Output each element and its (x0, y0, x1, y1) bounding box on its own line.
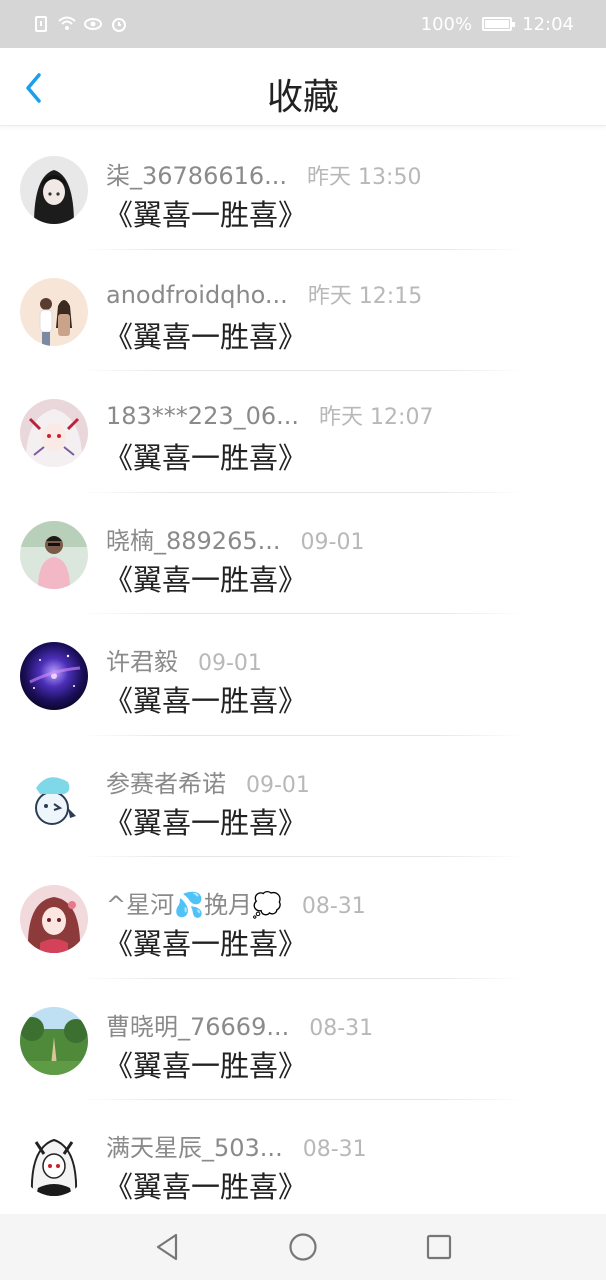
timestamp: 08-31 (302, 1137, 367, 1162)
square-recents-icon (426, 1234, 452, 1260)
collection-title: 《翼喜一胜喜》 (104, 927, 308, 961)
item-meta: ^星河💦挽月💭 08-31 (106, 885, 366, 920)
user-name: 满天星辰_503... (106, 1134, 283, 1162)
battery-icon (482, 17, 516, 31)
user-name: 曹晓明_76669... (106, 1012, 290, 1041)
list-item[interactable]: anodfroidqho... 昨天 12:15 《翼喜一胜喜》 (0, 250, 606, 371)
header: 收藏 (0, 48, 606, 126)
avatar[interactable] (20, 885, 88, 953)
avatar[interactable] (20, 763, 88, 832)
list-item[interactable]: 许君毅 09-01 《翼喜一胜喜》 (0, 614, 606, 736)
timestamp: 昨天 13:50 (307, 165, 422, 190)
nav-recents-button[interactable] (419, 1227, 459, 1267)
user-name: 183***223_06... (106, 402, 300, 430)
list-item[interactable]: 曹晓明_76669... 08-31 《翼喜一胜喜》 (0, 979, 606, 1100)
timestamp: 09-01 (300, 529, 365, 555)
list-item[interactable]: ^星河💦挽月💭 08-31 《翼喜一胜喜》 (0, 857, 606, 979)
item-meta: anodfroidqho... 昨天 12:15 (106, 278, 422, 310)
collection-title: 《翼喜一胜喜》 (104, 562, 308, 597)
list-item[interactable]: 柒_36786616... 昨天 13:50 《翼喜一胜喜》 (0, 128, 606, 250)
alarm-icon (112, 18, 126, 32)
timestamp: 昨天 12:07 (319, 405, 434, 430)
item-meta: 183***223_06... 昨天 12:07 (106, 399, 433, 431)
user-name: 许君毅 (106, 648, 178, 676)
timestamp: 09-01 (198, 651, 262, 676)
battery-percent: 100% (420, 13, 473, 35)
item-meta: 许君毅 09-01 (106, 642, 262, 677)
favorites-list: 柒_36786616... 昨天 13:50 《翼喜一胜喜》 anodfroidqho… (0, 128, 606, 1222)
user-name: ^星河💦挽月💭 (106, 891, 282, 919)
eye-icon (84, 18, 102, 30)
collection-title: 《翼喜一胜喜》 (104, 319, 308, 354)
timestamp: 09-01 (246, 772, 310, 798)
user-name: anodfroidqho... (106, 280, 288, 309)
navigation-bar (0, 1214, 606, 1280)
item-meta: 满天星辰_503... 08-31 (106, 1128, 367, 1163)
item-meta: 曹晓明_76669... 08-31 (106, 1007, 373, 1042)
timestamp: 08-31 (301, 894, 366, 919)
timestamp: 昨天 12:15 (307, 283, 423, 309)
list-item[interactable]: 晓楠_889265... 09-01 《翼喜一胜喜》 (0, 493, 606, 614)
status-right: 100% 12:04 (421, 14, 574, 35)
avatar[interactable] (20, 156, 88, 224)
avatar[interactable] (20, 1006, 88, 1075)
collection-title: 《翼喜一胜喜》 (104, 441, 308, 475)
collection-title: 《翼喜一胜喜》 (104, 1048, 308, 1083)
item-meta: 参赛者希诺 09-01 (106, 764, 310, 799)
triangle-back-icon (156, 1233, 178, 1261)
list-item[interactable]: 满天星辰_503... 08-31 《翼喜一胜喜》 (0, 1100, 606, 1222)
avatar[interactable] (20, 399, 88, 467)
collection-title: 《翼喜一胜喜》 (104, 1170, 308, 1204)
item-meta: 晓楠_889265... 09-01 (106, 521, 364, 556)
avatar[interactable] (20, 520, 88, 589)
item-meta: 柒_36786616... 昨天 13:50 (106, 156, 421, 191)
user-name: 柒_36786616... (106, 162, 288, 190)
user-name: 参赛者希诺 (106, 769, 226, 798)
avatar[interactable] (20, 277, 88, 346)
status-bar: 100% 12:04 (0, 0, 606, 48)
collection-title: 《翼喜一胜喜》 (104, 805, 308, 840)
avatar[interactable] (20, 642, 88, 710)
collection-title: 《翼喜一胜喜》 (104, 684, 308, 718)
avatar[interactable] (20, 1128, 88, 1196)
user-name: 晓楠_889265... (106, 526, 281, 555)
nav-home-button[interactable] (283, 1227, 323, 1267)
list-item[interactable]: 参赛者希诺 09-01 《翼喜一胜喜》 (0, 736, 606, 857)
timestamp: 08-31 (309, 1015, 374, 1041)
wifi-icon (58, 16, 76, 30)
clock: 12:04 (522, 13, 574, 35)
nav-back-button[interactable] (147, 1227, 187, 1267)
sim-icon (35, 16, 47, 32)
status-icons (32, 15, 128, 33)
page-title: 收藏 (266, 77, 339, 118)
collection-title: 《翼喜一胜喜》 (104, 198, 308, 232)
circle-home-icon (289, 1233, 317, 1261)
list-item[interactable]: 183***223_06... 昨天 12:07 《翼喜一胜喜》 (0, 371, 606, 493)
